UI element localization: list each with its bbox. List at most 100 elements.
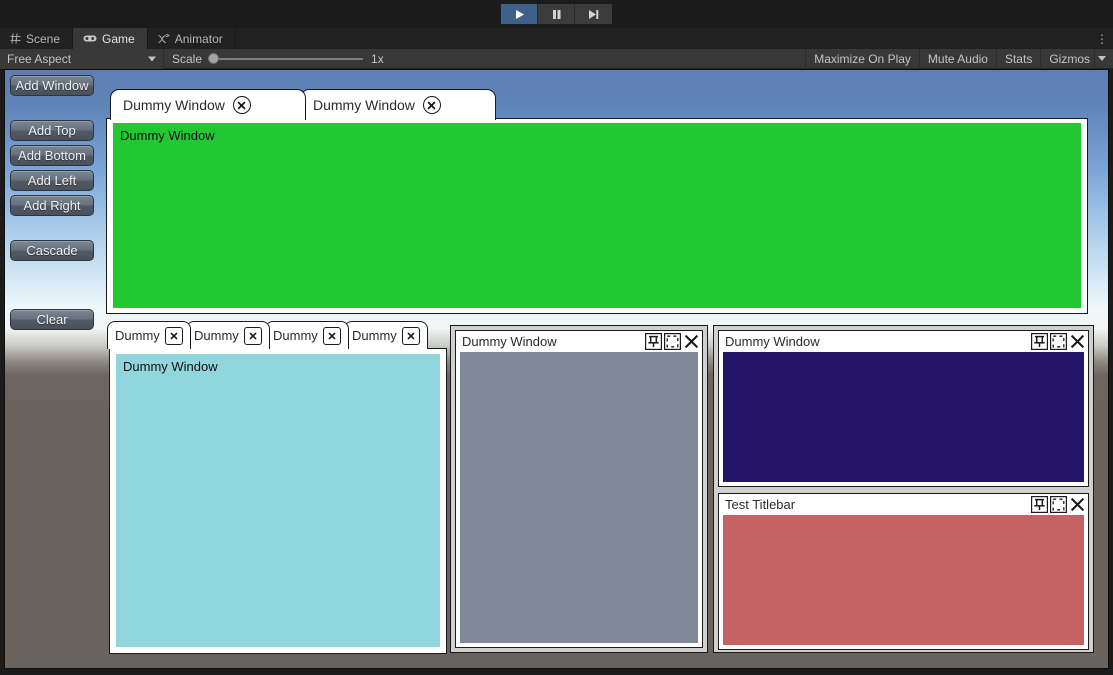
tab-dummy-4[interactable]: Dummy	[344, 321, 428, 349]
panel-content-title: Dummy Window	[123, 359, 218, 374]
tab-label: Dummy	[273, 328, 318, 343]
tab-close-icon[interactable]	[243, 326, 262, 345]
tab-label: Dummy	[194, 328, 239, 343]
pin-icon[interactable]	[644, 333, 662, 351]
top-panel-frame: Dummy Window	[106, 118, 1088, 314]
window-test-titlebar[interactable]: Test Titlebar	[718, 493, 1089, 650]
tab-dummy-3[interactable]: Dummy	[265, 321, 349, 349]
tab-label: Dummy	[352, 328, 397, 343]
play-controls-group	[501, 4, 612, 24]
scale-control: Scale 1x	[164, 52, 384, 66]
bottom-left-tab-strip: Dummy Dummy Dummy Dummy	[107, 321, 428, 349]
close-icon[interactable]	[682, 333, 700, 351]
game-view-canvas[interactable]: Add Window Add Top Add Bottom Add Left A…	[4, 69, 1109, 669]
panel-content[interactable]: Dummy Window	[116, 354, 440, 647]
maximize-on-play-button[interactable]: Maximize On Play	[805, 48, 919, 69]
add-left-button[interactable]: Add Left	[10, 170, 94, 191]
tab-game-label: Game	[102, 31, 135, 46]
chevron-down-icon	[1098, 56, 1106, 61]
window-title: Dummy Window	[725, 334, 820, 349]
tab-dummy-2[interactable]: Dummy	[186, 321, 270, 349]
top-panel-content[interactable]: Dummy Window	[113, 123, 1081, 308]
tab-animator[interactable]: Animator	[147, 28, 236, 49]
scale-label: Scale	[172, 51, 203, 66]
aspect-ratio-dropdown[interactable]: Free Aspect	[0, 48, 164, 69]
window-content-fill	[723, 515, 1084, 645]
close-icon[interactable]	[1068, 496, 1086, 514]
tab-dummy-window-1[interactable]: Dummy Window	[110, 89, 306, 120]
mute-audio-button[interactable]: Mute Audio	[918, 48, 996, 69]
top-window-group: Dummy Window Dummy Window Dummy Window	[106, 89, 1088, 314]
bottom-right-panel: Dummy Window Test Titlebar	[713, 325, 1094, 653]
maximize-icon[interactable]	[663, 333, 681, 351]
tab-label: Dummy Window	[123, 97, 225, 113]
animator-icon	[158, 33, 170, 44]
add-top-button[interactable]: Add Top	[10, 120, 94, 141]
window-dummy-gray[interactable]: Dummy Window	[455, 330, 703, 648]
add-bottom-button[interactable]: Add Bottom	[10, 145, 94, 166]
add-window-button[interactable]: Add Window	[10, 75, 94, 96]
unity-editor-window: Scene Game Animator ⋮ Free Aspect Scale …	[0, 0, 1113, 675]
tab-dummy-window-2[interactable]: Dummy Window	[300, 89, 496, 120]
grid-icon	[10, 33, 21, 44]
tab-label: Dummy Window	[313, 97, 415, 113]
step-button[interactable]	[575, 4, 612, 24]
window-body[interactable]	[723, 352, 1084, 482]
play-icon	[514, 9, 525, 20]
gizmos-button[interactable]: Gizmos	[1040, 48, 1094, 69]
window-body[interactable]	[723, 515, 1084, 645]
tab-close-icon[interactable]	[322, 326, 341, 345]
bottom-mid-panel: Dummy Window	[450, 325, 708, 653]
tab-scene-label: Scene	[26, 31, 61, 46]
gamepad-icon	[83, 34, 97, 43]
pin-icon[interactable]	[1030, 496, 1048, 514]
scale-slider[interactable]	[208, 52, 364, 66]
tab-dummy-1[interactable]: Dummy	[107, 321, 191, 349]
gizmos-dropdown[interactable]	[1094, 48, 1113, 69]
tab-close-icon[interactable]	[401, 326, 420, 345]
scale-slider-track	[208, 57, 364, 60]
window-controls	[1030, 496, 1088, 514]
play-controls-bar	[0, 0, 1113, 28]
window-dummy-navy[interactable]: Dummy Window	[718, 330, 1089, 487]
scale-slider-knob[interactable]	[208, 53, 220, 64]
tab-close-icon[interactable]	[422, 96, 441, 114]
overflow-menu-icon[interactable]: ⋮	[1091, 28, 1113, 49]
tab-game[interactable]: Game	[73, 28, 148, 49]
pin-icon[interactable]	[1030, 333, 1048, 351]
window-titlebar[interactable]: Test Titlebar	[719, 494, 1088, 515]
window-titlebar[interactable]: Dummy Window	[456, 331, 702, 352]
window-content-fill	[723, 352, 1084, 482]
tab-scene[interactable]: Scene	[0, 28, 74, 49]
game-view-toolbar: Free Aspect Scale 1x Maximize On Play Mu…	[0, 48, 1113, 69]
play-button[interactable]	[501, 4, 538, 24]
tab-strip-spacer	[235, 28, 1091, 49]
clear-button[interactable]: Clear	[10, 309, 94, 330]
tab-close-icon[interactable]	[232, 96, 251, 114]
scale-value: 1x	[371, 51, 384, 66]
window-titlebar[interactable]: Dummy Window	[719, 331, 1088, 352]
maximize-icon[interactable]	[1049, 496, 1067, 514]
stats-button[interactable]: Stats	[995, 48, 1040, 69]
chevron-down-icon	[148, 56, 156, 61]
window-title: Dummy Window	[462, 334, 557, 349]
tab-label: Dummy	[115, 328, 160, 343]
maximize-icon[interactable]	[1049, 333, 1067, 351]
tab-animator-label: Animator	[174, 31, 223, 46]
add-right-button[interactable]: Add Right	[10, 195, 94, 216]
pause-icon	[551, 9, 562, 20]
aspect-ratio-value: Free Aspect	[7, 51, 72, 66]
window-body[interactable]	[460, 352, 698, 643]
cascade-button[interactable]: Cascade	[10, 240, 94, 261]
tab-close-icon[interactable]	[164, 326, 183, 345]
pause-button[interactable]	[538, 4, 575, 24]
window-controls	[1030, 333, 1088, 351]
window-content-fill	[460, 352, 698, 643]
close-icon[interactable]	[1068, 333, 1086, 351]
panel-content-title: Dummy Window	[120, 128, 215, 143]
bottom-left-panel-frame: Dummy Window	[109, 348, 447, 654]
